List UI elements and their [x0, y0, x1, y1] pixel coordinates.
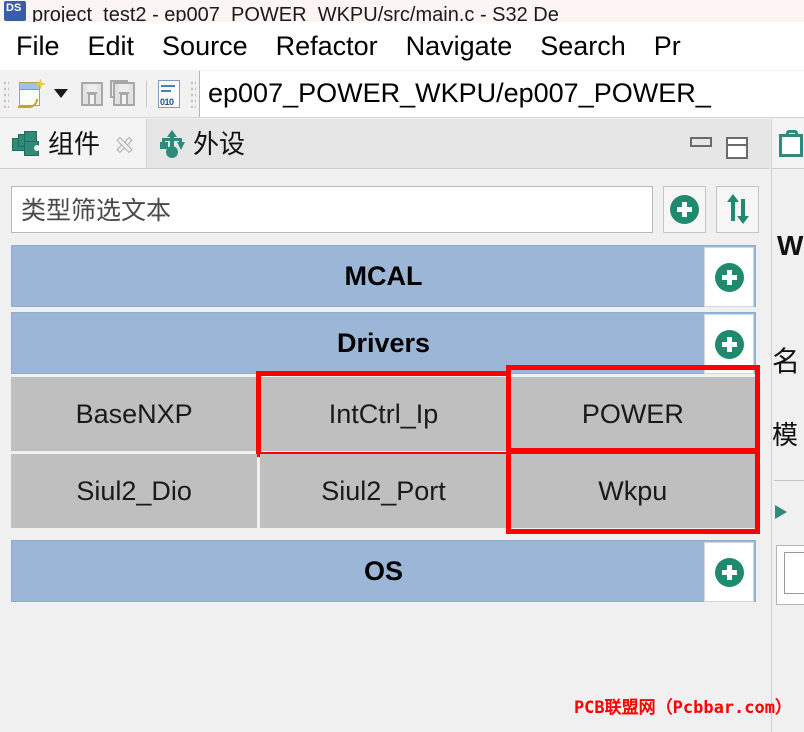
toolbar-grip-2[interactable] — [190, 79, 196, 108]
properties-row-name: 名 — [772, 346, 801, 377]
binary-icon-label: 010 — [160, 96, 174, 107]
window-title: project_test2 - ep007_POWER_WKPU/src/mai… — [32, 4, 559, 22]
binary-file-icon[interactable]: 010 — [156, 79, 184, 109]
app-icon — [4, 1, 26, 21]
application-window: project_test2 - ep007_POWER_WKPU/src/mai… — [0, 0, 804, 732]
tab-peripherals-label: 外设 — [193, 128, 246, 159]
tile-intctrl-ip[interactable]: IntCtrl_Ip — [256, 371, 511, 457]
group-header-drivers[interactable]: Drivers — [11, 312, 756, 374]
toolbar-grip[interactable] — [3, 79, 9, 108]
properties-field[interactable] — [784, 552, 804, 594]
sort-icon — [725, 194, 751, 224]
tab-components[interactable]: 组件 — [0, 119, 148, 168]
tile-wkpu[interactable]: Wkpu — [505, 448, 761, 534]
chevron-down-icon[interactable] — [54, 89, 68, 98]
properties-clipboard-icon — [777, 129, 803, 158]
save-icon[interactable] — [78, 80, 106, 108]
menu-item-search[interactable]: Search — [526, 31, 640, 61]
add-icon — [714, 262, 744, 292]
component-tree: MCAL Drivers BaseNXP IntCtrl_Ip POWER Si… — [11, 245, 761, 732]
group-mcal: MCAL — [11, 245, 756, 307]
save-all-icon[interactable] — [110, 79, 138, 108]
components-icon — [12, 130, 40, 157]
group-title-drivers: Drivers — [336, 327, 431, 358]
add-to-mcal-button[interactable] — [704, 247, 754, 307]
tile-power[interactable]: POWER — [505, 365, 761, 457]
tile-siul2-port[interactable]: Siul2_Port — [260, 454, 507, 528]
filter-input-value: 类型筛选文本 — [21, 197, 172, 225]
tile-basenxp[interactable]: BaseNXP — [11, 377, 258, 451]
toolbar-separator — [146, 80, 147, 107]
sort-button[interactable] — [716, 185, 759, 233]
properties-panel: W 名 模 — [771, 119, 804, 732]
components-view: 组件 外设 类型筛选文本 MCAL Drivers BaseNXP IntCtr… — [0, 119, 770, 732]
maximize-view-button[interactable] — [726, 137, 748, 159]
expand-marker-icon[interactable] — [775, 505, 787, 519]
add-icon — [714, 557, 744, 587]
menu-item-navigate[interactable]: Navigate — [392, 31, 527, 61]
title-bar: project_test2 - ep007_POWER_WKPU/src/mai… — [0, 0, 804, 22]
properties-tab-bar[interactable] — [772, 119, 804, 169]
group-drivers: Drivers BaseNXP IntCtrl_Ip POWER Siul2_D… — [11, 312, 761, 534]
tab-peripherals[interactable]: 外设 — [147, 119, 257, 168]
close-icon[interactable] — [114, 134, 134, 154]
tab-components-label: 组件 — [48, 128, 101, 159]
view-tab-bar: 组件 外设 — [0, 119, 770, 169]
path-field-value: ep007_POWER_WKPU/ep007_POWER_ — [208, 78, 711, 108]
group-title-os: OS — [363, 555, 403, 586]
usb-peripherals-icon — [159, 129, 186, 158]
add-to-drivers-button[interactable] — [704, 314, 754, 374]
filter-input[interactable]: 类型筛选文本 — [11, 185, 653, 233]
group-os: OS — [11, 540, 756, 602]
add-component-button[interactable] — [663, 185, 706, 233]
add-icon — [670, 194, 699, 224]
filter-row: 类型筛选文本 — [0, 183, 770, 235]
menu-item-source[interactable]: Source — [148, 31, 262, 61]
properties-title: W — [777, 230, 804, 261]
tool-bar: 010 ep007_POWER_WKPU/ep007_POWER_ — [0, 70, 804, 118]
menu-bar: File Edit Source Refactor Navigate Searc… — [0, 22, 804, 70]
watermark: PCB联盟网（Pcbbar.com） — [573, 698, 792, 718]
driver-tile-list: BaseNXP IntCtrl_Ip POWER Siul2_Dio Siul2… — [11, 365, 761, 534]
tile-siul2-dio[interactable]: Siul2_Dio — [11, 454, 258, 528]
group-title-mcal: MCAL — [344, 260, 423, 291]
add-icon — [714, 329, 744, 359]
group-header-mcal[interactable]: MCAL — [11, 245, 756, 307]
menu-item-file[interactable]: File — [0, 31, 74, 61]
path-field[interactable]: ep007_POWER_WKPU/ep007_POWER_ — [199, 70, 804, 117]
new-file-icon[interactable] — [16, 78, 46, 109]
properties-divider — [774, 480, 804, 481]
group-header-os[interactable]: OS — [11, 540, 756, 602]
properties-row-mode: 模 — [772, 420, 799, 450]
properties-body: W 名 模 — [772, 170, 804, 732]
menu-item-edit[interactable]: Edit — [74, 31, 149, 61]
menu-item-refactor[interactable]: Refactor — [262, 31, 392, 61]
minimize-view-button[interactable] — [690, 137, 712, 147]
add-to-os-button[interactable] — [704, 542, 754, 602]
menu-item-project[interactable]: Pr — [640, 31, 695, 61]
